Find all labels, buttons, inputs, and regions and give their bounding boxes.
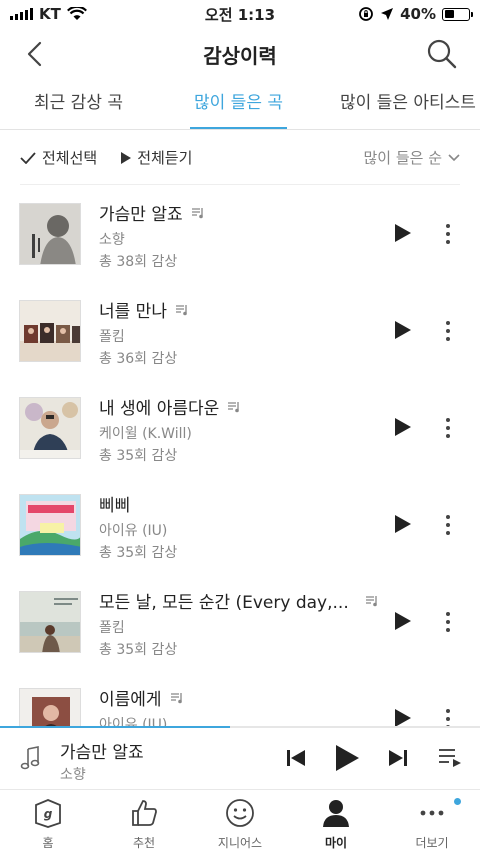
list-item[interactable]: 모든 날, 모든 순간 (Every day,... 폴킴 총 35회 감상 — [0, 573, 480, 670]
play-count: 총 35회 감상 — [99, 642, 178, 658]
song-artist: 소향 — [99, 232, 125, 248]
song-title: 가슴만 알죠 — [99, 205, 183, 225]
wifi-icon — [66, 7, 87, 20]
signal-icon — [10, 8, 33, 20]
previous-track-icon[interactable] — [286, 748, 306, 768]
nav-label: 마이 — [324, 836, 348, 850]
sort-dropdown[interactable]: 많이 들은 순 — [363, 147, 460, 168]
smiley-icon — [226, 799, 254, 827]
nav-genius[interactable]: 지니어스 — [192, 790, 288, 854]
location-icon — [381, 8, 394, 20]
song-title: 이름에게 — [99, 690, 162, 710]
play-icon[interactable] — [394, 514, 412, 534]
list-item[interactable]: 내 생에 아름다운 케이윌 (K.Will) 총 35회 감상 — [0, 379, 480, 476]
play-icon[interactable] — [394, 223, 412, 243]
album-cover-man-flowers — [19, 397, 81, 459]
list-item[interactable]: 이름에게 아이유 (IU) — [0, 670, 480, 726]
more-vertical-icon[interactable] — [440, 417, 456, 439]
carrier-label: KT — [39, 5, 61, 23]
select-all-label: 전체선택 — [42, 149, 98, 167]
back-icon[interactable] — [22, 40, 50, 68]
thumbs-up-icon — [132, 800, 157, 826]
play-count: 총 35회 감상 — [99, 545, 178, 561]
tab-most-played-songs[interactable]: 많이 들은 곡 — [189, 80, 288, 130]
nav-label: 지니어스 — [217, 836, 263, 850]
album-cover-portrait — [19, 688, 81, 726]
nav-more[interactable]: 더보기 — [384, 790, 480, 854]
tab-bar: 최근 감상 곡 많이 들은 곡 많이 들은 아티스트 — [0, 80, 480, 130]
lyrics-icon — [228, 401, 240, 412]
album-cover-gray-portrait — [19, 203, 81, 265]
song-artist: 폴킴 — [99, 329, 125, 345]
song-list: 가슴만 알죠 소향 총 38회 감상 너를 만나 폴킴 총 36회 감상 내 생… — [0, 185, 480, 726]
playlist-icon[interactable] — [438, 748, 462, 768]
bottom-navigation: g 홈 추천 지니어스 마이 더보기 — [0, 790, 480, 854]
svg-text:g: g — [44, 807, 53, 821]
lyrics-icon — [191, 207, 203, 218]
notification-dot — [454, 798, 461, 805]
play-small-icon — [121, 151, 132, 164]
play-icon[interactable] — [394, 417, 412, 437]
play-count: 총 38회 감상 — [99, 254, 178, 270]
more-vertical-icon[interactable] — [440, 514, 456, 536]
album-cover-seaside — [19, 591, 81, 653]
tab-most-played-artists[interactable]: 많이 들은 아티스트 — [340, 80, 476, 130]
song-artist: 폴킴 — [99, 620, 125, 636]
song-title: 내 생에 아름다운 — [99, 399, 220, 419]
mini-player[interactable]: 가슴만 알죠 소향 — [0, 728, 480, 790]
list-item[interactable]: 가슴만 알죠 소향 총 38회 감상 — [0, 185, 480, 282]
select-all-button[interactable]: 전체선택 — [20, 147, 97, 168]
more-vertical-icon[interactable] — [440, 611, 456, 633]
list-item[interactable]: 삐삐 아이유 (IU) 총 35회 감상 — [0, 476, 480, 573]
song-artist: 케이윌 (K.Will) — [99, 426, 192, 442]
play-count: 총 35회 감상 — [99, 448, 178, 464]
song-title: 너를 만나 — [99, 302, 167, 322]
album-cover-colorful — [19, 494, 81, 556]
play-all-button[interactable]: 전체듣기 — [121, 147, 192, 168]
lyrics-icon — [175, 304, 187, 315]
play-pause-icon[interactable] — [334, 744, 360, 772]
play-icon[interactable] — [394, 611, 412, 631]
lyrics-icon — [170, 692, 182, 703]
sort-label: 많이 들은 순 — [363, 149, 442, 167]
more-vertical-icon[interactable] — [440, 320, 456, 342]
search-icon[interactable] — [426, 38, 458, 70]
song-title: 삐삐 — [99, 496, 131, 516]
song-title: 모든 날, 모든 순간 (Every day,... — [99, 593, 349, 613]
nav-recommend[interactable]: 추천 — [96, 790, 192, 854]
header: 감상이력 — [0, 28, 480, 80]
song-artist: 아이유 (IU) — [99, 717, 168, 726]
nav-label: 추천 — [132, 836, 156, 850]
play-icon[interactable] — [394, 708, 412, 726]
battery-percent: 40% — [400, 5, 436, 23]
play-icon[interactable] — [394, 320, 412, 340]
battery-icon — [442, 7, 473, 21]
now-playing-title: 가슴만 알죠 — [60, 743, 144, 763]
play-count: 총 36회 감상 — [99, 351, 178, 367]
check-icon — [20, 151, 36, 164]
nav-my[interactable]: 마이 — [288, 790, 384, 854]
next-track-icon[interactable] — [388, 748, 408, 768]
chevron-down-icon — [448, 153, 460, 161]
song-artist: 아이유 (IU) — [99, 523, 168, 539]
more-vertical-icon[interactable] — [440, 708, 456, 726]
more-dots-icon — [420, 810, 444, 816]
list-toolbar: 전체선택 전체듣기 많이 들은 순 — [20, 131, 460, 185]
now-playing-artist: 소향 — [60, 767, 86, 783]
album-cover-frames — [19, 300, 81, 362]
lyrics-icon — [365, 595, 377, 606]
music-note-icon — [20, 746, 40, 770]
status-bar: KT 오전 1:13 40% — [0, 0, 480, 28]
person-icon — [323, 800, 349, 827]
more-vertical-icon[interactable] — [440, 223, 456, 245]
nav-label: 더보기 — [415, 836, 449, 850]
page-title: 감상이력 — [203, 43, 277, 68]
tab-recent-songs[interactable]: 최근 감상 곡 — [34, 80, 123, 130]
genie-home-icon: g — [35, 799, 61, 828]
rotation-lock-icon — [359, 7, 373, 21]
play-all-label: 전체듣기 — [137, 149, 193, 167]
list-item[interactable]: 너를 만나 폴킴 총 36회 감상 — [0, 282, 480, 379]
nav-label: 홈 — [42, 836, 54, 850]
nav-home[interactable]: g 홈 — [0, 790, 96, 854]
